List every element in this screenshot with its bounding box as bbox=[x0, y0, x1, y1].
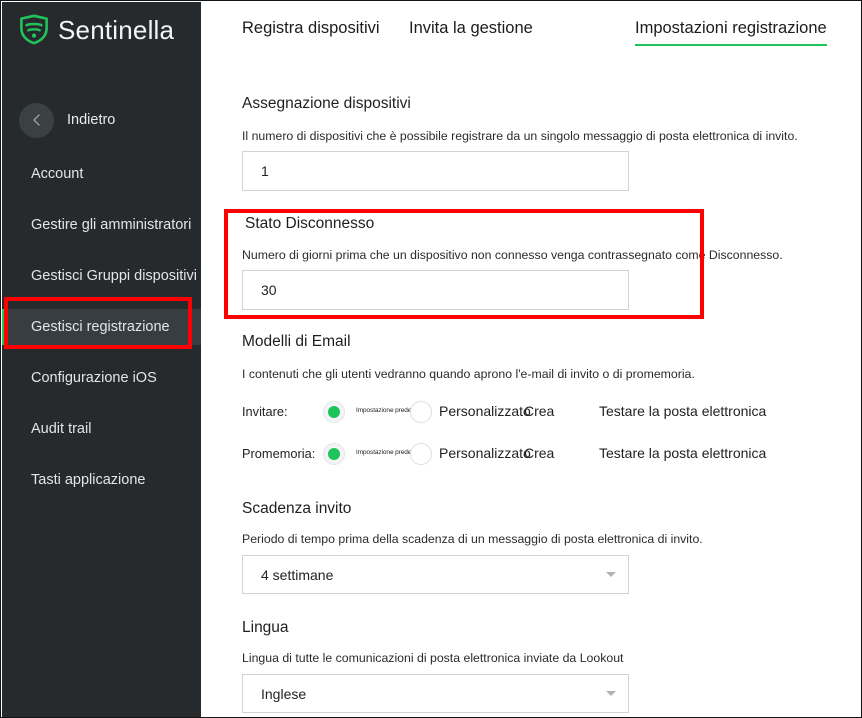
disconnected-state-description: Numero di giorni prima che un dispositiv… bbox=[242, 248, 783, 262]
email-templates-description: I contenuti che gli utenti vedranno quan… bbox=[242, 367, 695, 381]
radio-dot bbox=[328, 406, 340, 418]
language-description: Lingua di tutte le comunicazioni di post… bbox=[242, 651, 624, 665]
sidebar-item-manage-enrollment[interactable]: Gestisci registrazione bbox=[2, 309, 201, 345]
tab-bar: Registra dispositivi Invita la gestione … bbox=[201, 2, 860, 52]
device-assignment-input[interactable]: 1 bbox=[242, 151, 629, 191]
disconnected-state-title: Stato Disconnesso bbox=[245, 215, 375, 232]
language-title: Lingua bbox=[242, 619, 289, 636]
disconnected-state-input[interactable]: 30 bbox=[242, 270, 629, 310]
create-link-reminder[interactable]: Crea bbox=[524, 445, 554, 461]
tab-enrollment-settings[interactable]: Impostazioni registrazione bbox=[635, 19, 827, 46]
email-template-row-invite: Invitare: Impostazione predefinita Perso… bbox=[242, 400, 822, 424]
email-template-row-reminder: Promemoria: Impostazione predefinita Per… bbox=[242, 442, 822, 466]
sidebar-item-label: Tasti applicazione bbox=[31, 472, 146, 488]
brand-name: Sentinella bbox=[58, 14, 175, 45]
sidebar-item-account[interactable]: Account bbox=[2, 156, 201, 192]
back-label: Indietro bbox=[67, 112, 116, 128]
radio-custom-label-reminder[interactable]: Personalizzato bbox=[439, 445, 531, 461]
sidebar: Sentinella Indietro Account Gestire gli … bbox=[2, 2, 201, 717]
tab-enroll-devices[interactable]: Registra dispositivi bbox=[242, 19, 380, 44]
invite-expiration-description: Periodo di tempo prima della scadenza di… bbox=[242, 532, 703, 546]
main-content: Registra dispositivi Invita la gestione … bbox=[201, 2, 860, 716]
radio-default-invite[interactable] bbox=[323, 401, 345, 423]
sidebar-nav: Account Gestire gli amministratori Gesti… bbox=[2, 156, 201, 513]
sidebar-item-label: Gestisci Gruppi dispositivi bbox=[31, 268, 197, 284]
back-button[interactable]: Indietro bbox=[19, 102, 115, 138]
sidebar-item-manage-administrators[interactable]: Gestire gli amministratori bbox=[2, 207, 201, 243]
radio-custom-invite[interactable] bbox=[410, 401, 432, 423]
device-assignment-title: Assegnazione dispositivi bbox=[242, 95, 411, 112]
app-window: Sentinella Indietro Account Gestire gli … bbox=[0, 0, 862, 718]
radio-dot bbox=[328, 448, 340, 460]
radio-default-reminder[interactable] bbox=[323, 443, 345, 465]
sidebar-item-label: Gestisci registrazione bbox=[31, 319, 170, 335]
sidebar-item-audit-trail[interactable]: Audit trail bbox=[2, 411, 201, 447]
sidebar-item-ios-configuration[interactable]: Configurazione iOS bbox=[2, 360, 201, 396]
radio-custom-label-invite[interactable]: Personalizzato bbox=[439, 403, 531, 419]
row-label: Invitare: bbox=[242, 404, 288, 419]
brand-logo: Sentinella bbox=[19, 14, 174, 45]
language-value: Inglese bbox=[261, 685, 307, 702]
sidebar-item-manage-device-groups[interactable]: Gestisci Gruppi dispositivi bbox=[2, 258, 201, 294]
email-templates-title: Modelli di Email bbox=[242, 333, 351, 350]
language-select[interactable]: Inglese bbox=[242, 674, 629, 713]
sidebar-item-label: Configurazione iOS bbox=[31, 370, 157, 386]
sidebar-item-label: Gestire gli amministratori bbox=[31, 217, 192, 233]
invite-expiration-title: Scadenza invito bbox=[242, 500, 352, 517]
device-assignment-description: Il numero di dispositivi che è possibile… bbox=[242, 129, 798, 143]
sidebar-item-label: Audit trail bbox=[31, 421, 92, 437]
invite-expiration-select[interactable]: 4 settimane bbox=[242, 555, 629, 594]
shield-waves-icon bbox=[20, 14, 48, 45]
radio-custom-reminder[interactable] bbox=[410, 443, 432, 465]
sidebar-item-application-keys[interactable]: Tasti applicazione bbox=[2, 462, 201, 498]
chevron-down-icon bbox=[606, 691, 616, 696]
chevron-left-icon bbox=[19, 102, 54, 138]
test-email-link-reminder[interactable]: Testare la posta elettronica bbox=[599, 445, 766, 461]
invite-expiration-value: 4 settimane bbox=[261, 566, 334, 583]
tab-invite-management[interactable]: Invita la gestione bbox=[409, 19, 533, 44]
create-link-invite[interactable]: Crea bbox=[524, 403, 554, 419]
test-email-link-invite[interactable]: Testare la posta elettronica bbox=[599, 403, 766, 419]
sidebar-item-label: Account bbox=[31, 166, 84, 182]
row-label: Promemoria: bbox=[242, 446, 316, 461]
chevron-down-icon bbox=[606, 572, 616, 577]
